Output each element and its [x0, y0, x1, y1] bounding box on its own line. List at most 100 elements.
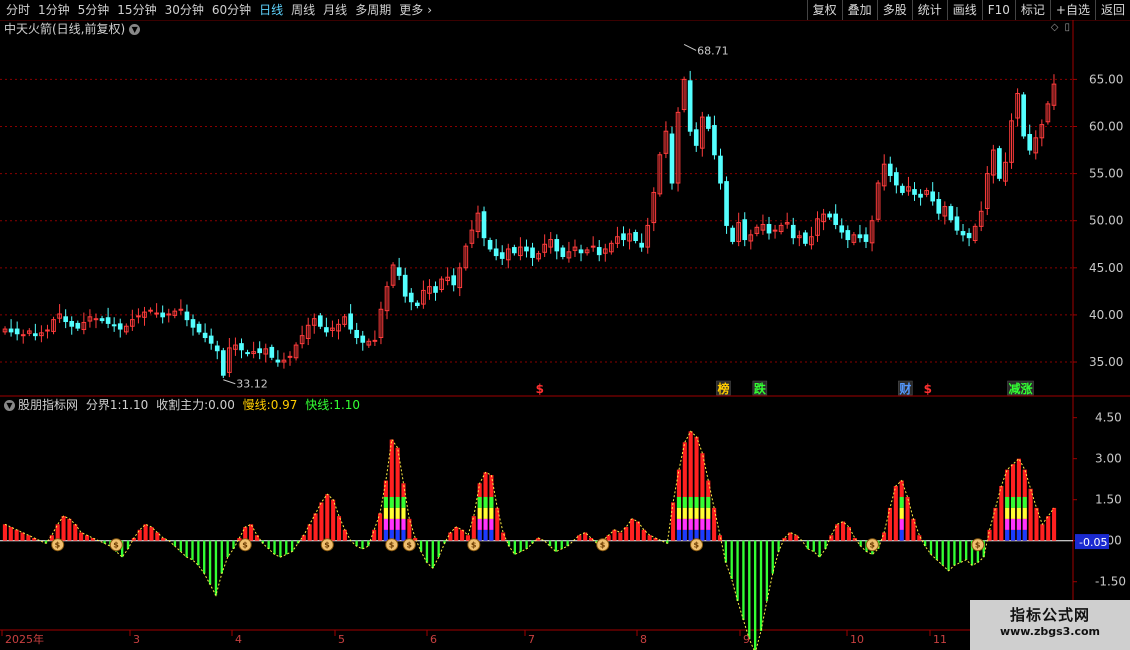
chart-svg: 65.0060.0055.0050.0045.0040.0035.0068.71… — [0, 20, 1130, 650]
indicator-bar — [14, 529, 19, 541]
indicator-stack-bar — [682, 496, 687, 508]
candle-body — [318, 315, 323, 327]
x-tick-label: 8 — [640, 633, 647, 646]
indicator-bar — [730, 540, 733, 579]
candle-body — [578, 249, 584, 254]
indicator-stack-bar — [1022, 518, 1027, 530]
indicator-stack-bar — [483, 507, 488, 519]
indicator-bar — [647, 535, 652, 541]
indicator-bar — [1040, 524, 1045, 541]
indicator-stack-bar — [483, 518, 488, 530]
indicator-bar — [806, 540, 810, 549]
money-bag-symbol: $ — [471, 541, 477, 550]
indicator-stack-bar — [682, 507, 687, 519]
indicator-stack-bar — [401, 529, 406, 541]
watermark: 指标公式网 www.zbgs3.com — [970, 600, 1130, 650]
candle-body — [481, 211, 487, 239]
indicator-bar — [947, 540, 950, 571]
x-tick-label: 11 — [933, 633, 947, 646]
candle-body — [827, 213, 832, 218]
field1-value: 1.10 — [121, 398, 149, 412]
indicator-chevron-icon[interactable]: ▼ — [4, 400, 15, 411]
candle-body — [918, 193, 923, 198]
x-tick-label: 10 — [850, 633, 864, 646]
indicator-stack-bar — [395, 529, 400, 541]
indicator-bar — [79, 532, 84, 541]
money-bag-symbol: $ — [406, 541, 412, 550]
indicator-bar — [471, 516, 476, 541]
candle-body — [408, 292, 414, 303]
indicator-stack-bar — [688, 507, 693, 519]
candle-body — [863, 234, 869, 242]
candle-body — [105, 317, 111, 324]
indicator-bar — [742, 540, 745, 620]
field4-value: 1.10 — [333, 398, 361, 412]
indicator-stack-bar — [682, 518, 687, 530]
indicator-bar — [143, 524, 148, 541]
indicator-stack-bar — [688, 518, 693, 530]
indicator-stack-bar — [383, 518, 388, 530]
indicator-bar — [999, 486, 1004, 541]
indicator-bar — [185, 540, 188, 558]
indicator-stack-bar — [1005, 507, 1010, 519]
price-tick-label: 60.00 — [1089, 120, 1123, 134]
indicator-bar — [635, 521, 640, 541]
indicator-bar — [736, 540, 739, 601]
indicator-bar — [818, 540, 821, 558]
indicator-stack-bar — [389, 507, 394, 519]
candle-body — [839, 225, 845, 233]
candle-body — [621, 233, 626, 241]
indicator-bar — [214, 540, 218, 596]
indicator-stack-bar — [1010, 518, 1016, 530]
x-tick-label: 5 — [338, 633, 345, 646]
indicator-stack-bar — [395, 507, 400, 519]
candle-body — [348, 313, 353, 330]
x-tick-label: 6 — [430, 633, 437, 646]
indicator-bar — [624, 527, 629, 541]
candle-body — [766, 223, 772, 234]
indicator-bar — [279, 540, 282, 558]
candle-body — [111, 324, 117, 327]
price-tick-label: 65.00 — [1089, 72, 1123, 86]
indicator-bar — [290, 540, 294, 552]
indicator-bar — [155, 532, 160, 541]
indicator-bar — [126, 540, 130, 549]
candle-body — [190, 319, 196, 328]
candle-body — [1021, 94, 1026, 137]
indicator-bar — [560, 540, 563, 549]
indicator-bar — [161, 537, 166, 541]
candle-body — [99, 318, 105, 322]
candle-body — [415, 302, 420, 307]
price-tick-label: 50.00 — [1089, 214, 1123, 228]
candle-body — [857, 234, 863, 239]
indicator-bar — [372, 529, 377, 541]
candle-body — [69, 321, 75, 327]
low-price-label: 33.12 — [236, 378, 268, 391]
money-bag-symbol: $ — [869, 541, 875, 550]
candle-body — [45, 329, 50, 332]
indicator-stack-bar — [899, 518, 904, 530]
indicator-bar — [8, 527, 13, 541]
indicator-stack-bar — [1005, 518, 1010, 530]
candle-body — [117, 323, 123, 330]
indicator-bar — [1046, 516, 1051, 541]
indicator-bar — [1052, 507, 1057, 541]
indicator-stack-bar — [899, 496, 904, 508]
candle-body — [148, 309, 153, 312]
indicator-bar — [249, 524, 254, 541]
indicator-stack-bar — [676, 496, 682, 508]
indicator-stack-bar — [1010, 507, 1016, 519]
money-bag-symbol: $ — [113, 541, 119, 550]
field2-value: 0.00 — [208, 398, 235, 412]
indicator-stack-bar — [395, 518, 400, 530]
indicator-bar — [748, 540, 751, 640]
indicator-stack-bar — [682, 529, 687, 541]
indicator-bar — [273, 540, 276, 555]
indicator-stack-bar — [477, 518, 482, 530]
indicator-bar — [935, 540, 939, 560]
signal-marker: 减涨 — [1008, 381, 1032, 396]
candle-body — [208, 335, 214, 344]
candle-body — [887, 163, 893, 176]
candle-body — [512, 247, 517, 254]
indicator-bar — [501, 532, 506, 541]
